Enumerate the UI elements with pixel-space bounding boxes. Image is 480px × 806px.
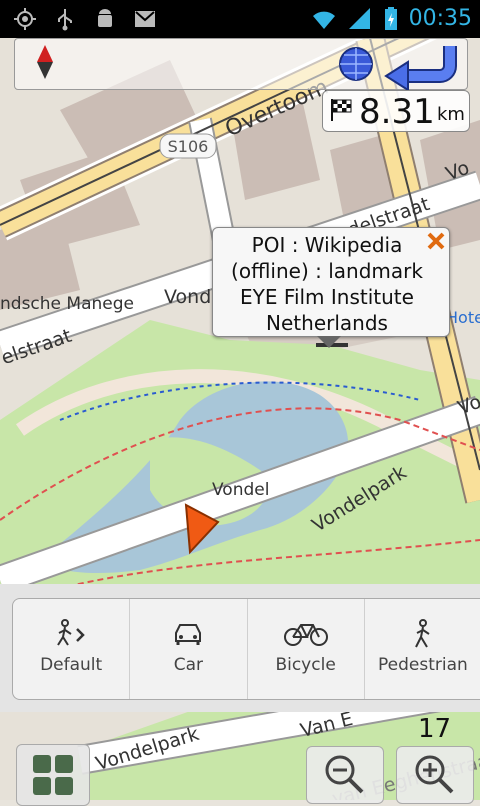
android-debug-icon — [98, 9, 112, 27]
mode-pedestrian-button[interactable]: Pedestrian — [365, 599, 480, 699]
zoom-out-icon — [325, 755, 364, 794]
status-bar: 00:35 — [0, 0, 480, 38]
zoom-level: 17 — [418, 714, 452, 744]
poi-popup-text: POI : Wikipedia (offline) : landmark EYE… — [217, 232, 437, 336]
pedestrian-icon — [414, 619, 430, 648]
poi-line: Netherlands — [266, 311, 388, 335]
mode-label: Car — [173, 655, 204, 675]
clock: 00:35 — [408, 6, 472, 31]
poi-line: POI : Wikipedia — [251, 233, 403, 257]
mode-label: Bicycle — [275, 655, 336, 675]
popup-tail — [317, 336, 341, 348]
menu-grid-button[interactable] — [16, 744, 90, 806]
gmail-icon — [135, 11, 155, 27]
mode-bicycle-button[interactable]: Bicycle — [248, 599, 365, 699]
routing-mode-bar: Default Car Bicycle Pedestrian — [12, 598, 480, 700]
finish-flag-icon — [331, 99, 352, 121]
back-route-icon — [384, 46, 457, 90]
wifi-icon — [312, 11, 335, 29]
zoom-in-button[interactable] — [396, 746, 474, 804]
compass-icon[interactable] — [35, 45, 55, 79]
usb-icon — [58, 9, 72, 31]
globe-icon — [339, 47, 373, 81]
close-icon[interactable] — [425, 230, 447, 252]
gps-icon — [14, 8, 36, 30]
zoom-out-button[interactable] — [306, 746, 384, 804]
grid-menu-icon — [33, 755, 73, 795]
poi-line: (offline) : landmark — [231, 259, 423, 283]
bicycle-icon — [283, 624, 328, 646]
signal-icon — [348, 8, 370, 29]
poi-popup[interactable]: POI : Wikipedia (offline) : landmark EYE… — [212, 227, 450, 348]
distance-value: 8.31 — [359, 92, 435, 132]
distance-unit: km — [437, 104, 465, 125]
route-button[interactable] — [338, 42, 464, 94]
mode-label: Default — [40, 655, 103, 675]
poi-line: EYE Film Institute — [240, 285, 414, 309]
zoom-in-icon — [415, 755, 454, 794]
walk-arrow-icon — [57, 619, 85, 646]
battery-charging-icon — [384, 7, 397, 30]
car-icon — [175, 624, 202, 645]
mode-default-button[interactable]: Default — [13, 599, 131, 699]
mode-car-button[interactable]: Car — [130, 599, 248, 699]
mode-label: Pedestrian — [377, 655, 468, 675]
distance-widget[interactable]: 8.31 km — [322, 90, 470, 132]
road-ref-label: S106 — [168, 137, 209, 156]
